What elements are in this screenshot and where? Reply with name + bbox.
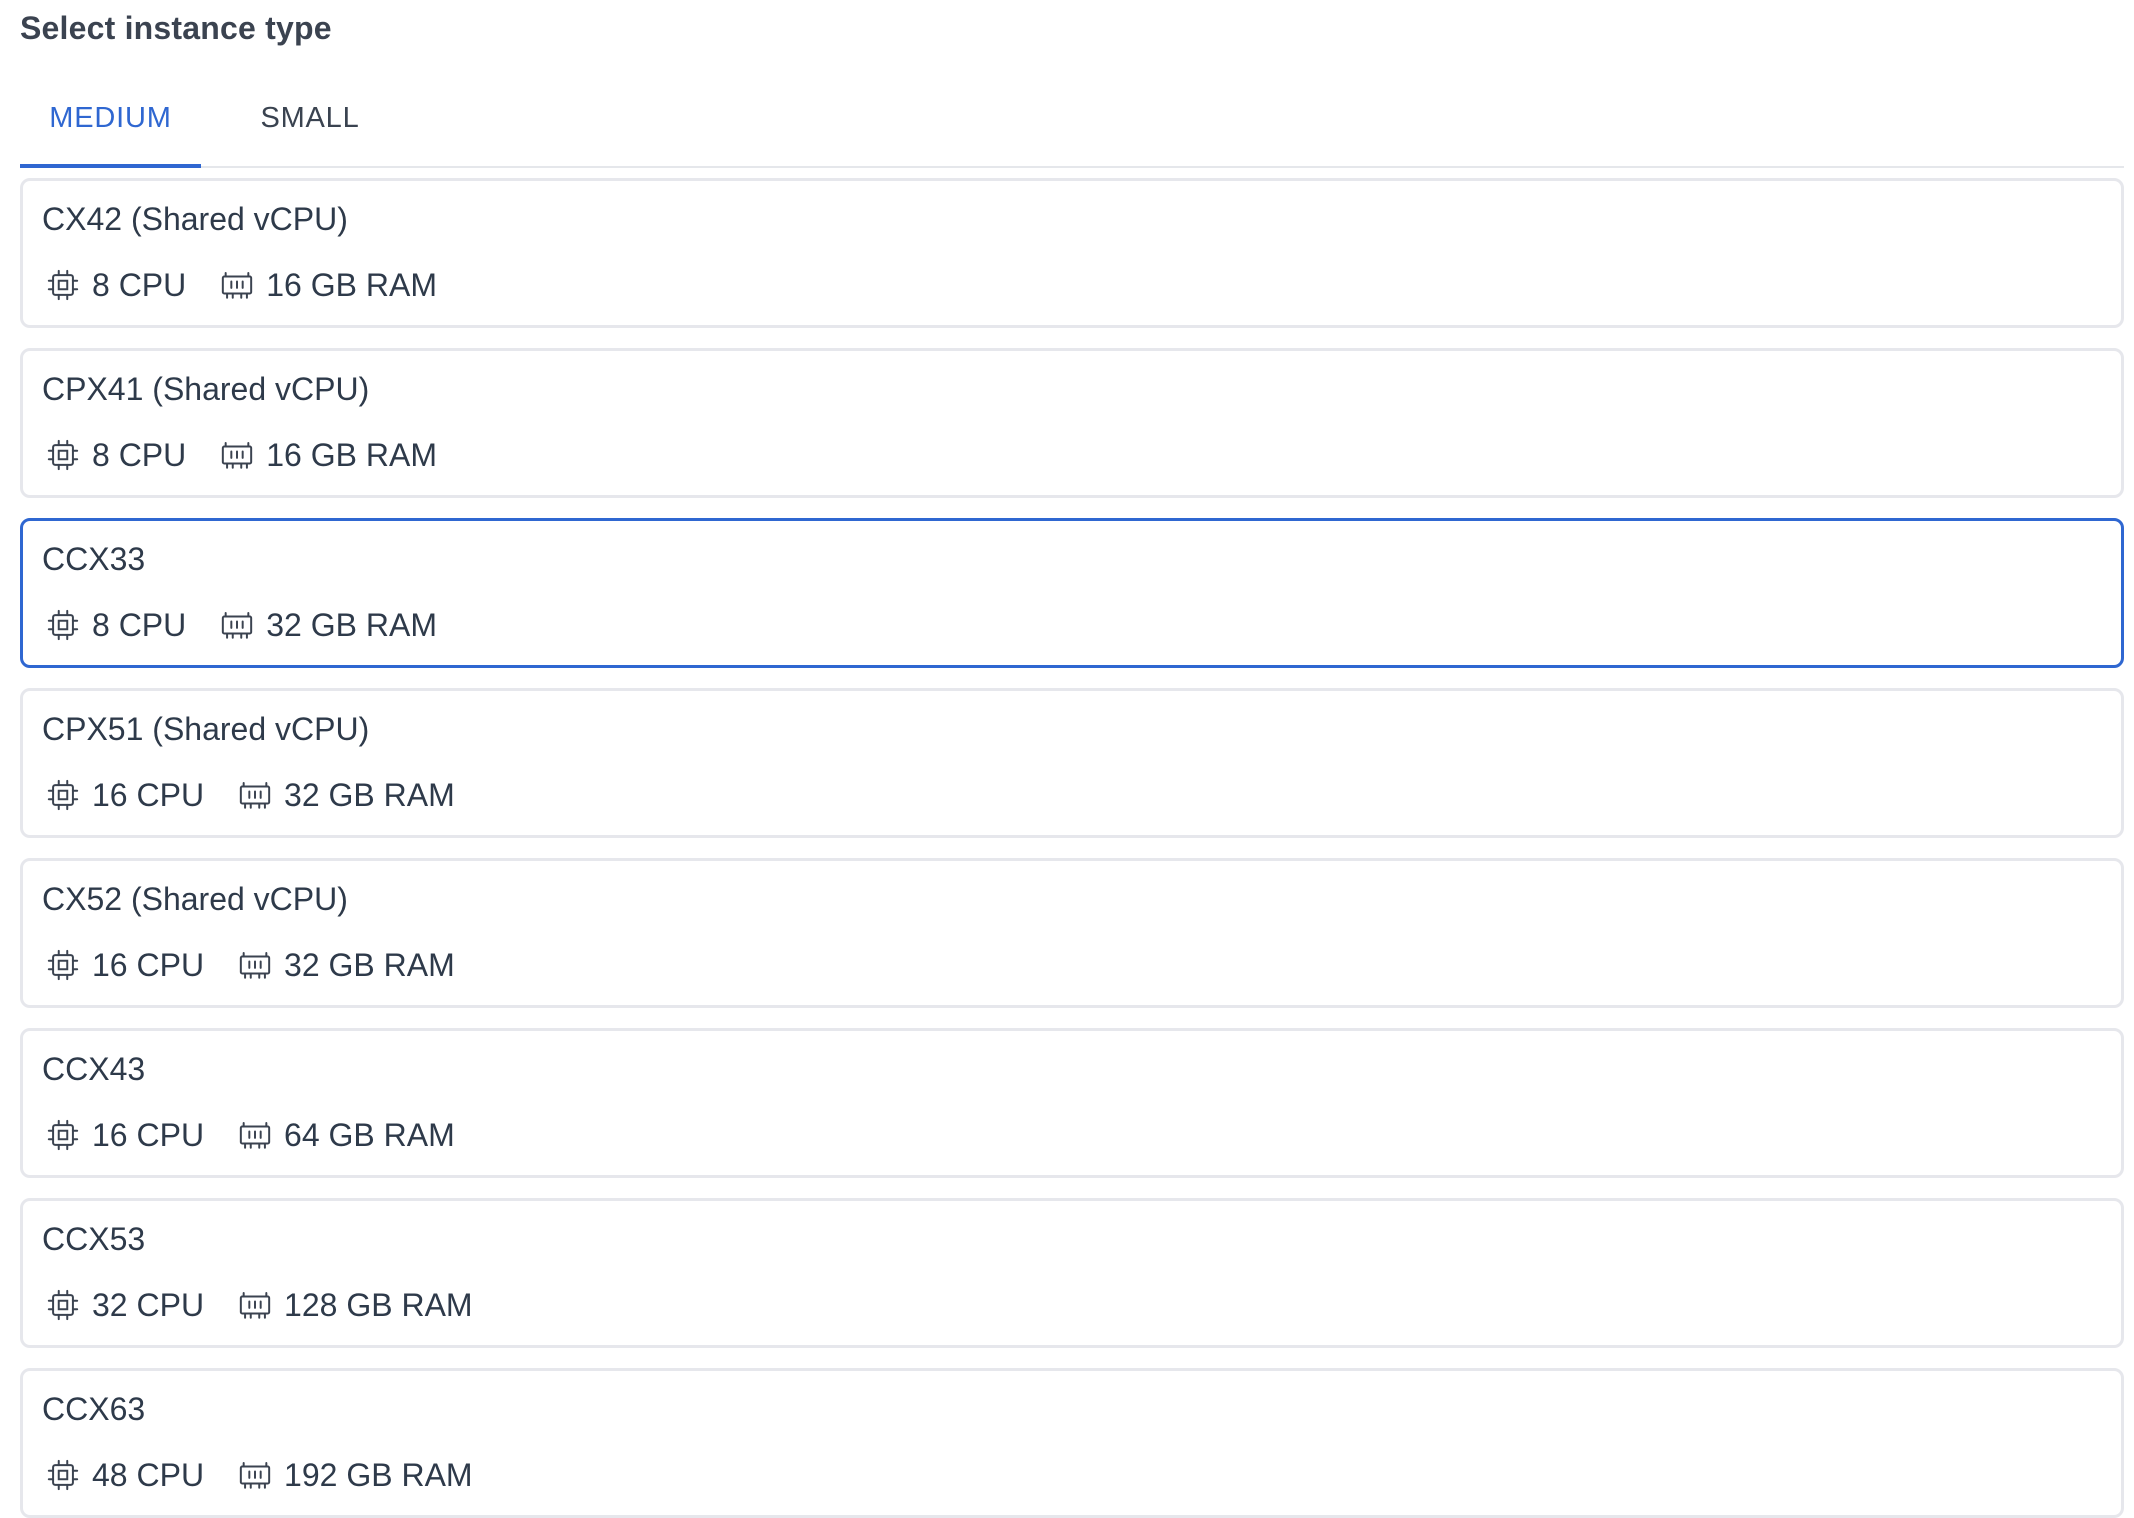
memory-module-icon	[238, 948, 272, 982]
cpu-count: 8 CPU	[92, 436, 187, 473]
ram-amount: 32 GB RAM	[284, 776, 455, 813]
instance-name: CCX53	[42, 1221, 146, 1257]
instance-name: CPX51 (Shared vCPU)	[42, 711, 370, 747]
instance-card[interactable]: CCX63 48 CPU 192 GB RAM	[20, 1368, 2124, 1518]
instance-card[interactable]: CPX41 (Shared vCPU) 8 CPU 16 GB RAM	[20, 348, 2124, 498]
memory-module-icon	[220, 268, 254, 302]
cpu-count: 32 CPU	[92, 1286, 205, 1323]
cpu-spec: 48 CPU	[46, 1457, 204, 1494]
memory-module-icon	[238, 1118, 272, 1152]
instance-type-selector: Select instance type MEDIUM SMALL CX42 (…	[0, 0, 2134, 1518]
cpu-chip-icon	[46, 1288, 80, 1322]
cpu-chip-icon	[46, 608, 80, 642]
cpu-chip-icon	[46, 778, 80, 812]
ram-spec: 32 GB RAM	[238, 947, 455, 984]
instance-name: CCX43	[42, 1051, 146, 1087]
instance-card[interactable]: CX42 (Shared vCPU) 8 CPU 16 GB RAM	[20, 178, 2124, 328]
instance-specs: 8 CPU 16 GB RAM	[46, 265, 471, 305]
ram-amount: 192 GB RAM	[284, 1456, 473, 1493]
page-title: Select instance type	[20, 10, 332, 46]
instance-specs: 48 CPU 192 GB RAM	[46, 1455, 507, 1495]
instance-specs: 8 CPU 32 GB RAM	[46, 605, 471, 645]
memory-module-icon	[238, 1458, 272, 1492]
instance-card[interactable]: CX52 (Shared vCPU) 16 CPU 32 GB RAM	[20, 858, 2124, 1008]
instance-card[interactable]: CCX43 16 CPU 64 GB RAM	[20, 1028, 2124, 1178]
tab-medium[interactable]: MEDIUM	[20, 88, 201, 168]
ram-spec: 16 GB RAM	[220, 437, 437, 474]
memory-module-icon	[238, 778, 272, 812]
cpu-count: 16 CPU	[92, 776, 205, 813]
ram-amount: 128 GB RAM	[284, 1286, 473, 1323]
cpu-count: 8 CPU	[92, 266, 187, 303]
instance-size-tabs: MEDIUM SMALL	[20, 88, 2124, 168]
cpu-spec: 8 CPU	[46, 437, 186, 474]
cpu-spec: 16 CPU	[46, 1117, 204, 1154]
ram-amount: 32 GB RAM	[266, 606, 437, 643]
cpu-chip-icon	[46, 438, 80, 472]
instance-specs: 16 CPU 32 GB RAM	[46, 775, 489, 815]
instance-specs: 16 CPU 32 GB RAM	[46, 945, 489, 985]
instance-name: CCX63	[42, 1391, 146, 1427]
ram-amount: 16 GB RAM	[266, 266, 437, 303]
instance-specs: 8 CPU 16 GB RAM	[46, 435, 471, 475]
instance-card-selected[interactable]: CCX33 8 CPU 32 GB RAM	[20, 518, 2124, 668]
instance-card[interactable]: CPX51 (Shared vCPU) 16 CPU 32 GB RAM	[20, 688, 2124, 838]
instance-name: CCX33	[42, 541, 146, 577]
instance-name: CX42 (Shared vCPU)	[42, 201, 348, 237]
instance-specs: 32 CPU 128 GB RAM	[46, 1285, 507, 1325]
cpu-spec: 32 CPU	[46, 1287, 204, 1324]
instance-name: CX52 (Shared vCPU)	[42, 881, 348, 917]
cpu-chip-icon	[46, 268, 80, 302]
ram-spec: 192 GB RAM	[238, 1457, 473, 1494]
cpu-spec: 8 CPU	[46, 267, 186, 304]
cpu-spec: 16 CPU	[46, 777, 204, 814]
ram-spec: 32 GB RAM	[220, 607, 437, 644]
instance-card[interactable]: CCX53 32 CPU 128 GB RAM	[20, 1198, 2124, 1348]
ram-spec: 32 GB RAM	[238, 777, 455, 814]
cpu-count: 16 CPU	[92, 946, 205, 983]
cpu-chip-icon	[46, 1118, 80, 1152]
memory-module-icon	[238, 1288, 272, 1322]
ram-amount: 16 GB RAM	[266, 436, 437, 473]
cpu-spec: 8 CPU	[46, 607, 186, 644]
ram-amount: 64 GB RAM	[284, 1116, 455, 1153]
memory-module-icon	[220, 438, 254, 472]
instance-specs: 16 CPU 64 GB RAM	[46, 1115, 489, 1155]
cpu-chip-icon	[46, 948, 80, 982]
ram-spec: 128 GB RAM	[238, 1287, 473, 1324]
ram-spec: 64 GB RAM	[238, 1117, 455, 1154]
tab-small[interactable]: SMALL	[220, 88, 400, 168]
cpu-spec: 16 CPU	[46, 947, 204, 984]
cpu-count: 48 CPU	[92, 1456, 205, 1493]
ram-amount: 32 GB RAM	[284, 946, 455, 983]
memory-module-icon	[220, 608, 254, 642]
cpu-count: 16 CPU	[92, 1116, 205, 1153]
instance-name: CPX41 (Shared vCPU)	[42, 371, 370, 407]
cpu-count: 8 CPU	[92, 606, 187, 643]
ram-spec: 16 GB RAM	[220, 267, 437, 304]
cpu-chip-icon	[46, 1458, 80, 1492]
